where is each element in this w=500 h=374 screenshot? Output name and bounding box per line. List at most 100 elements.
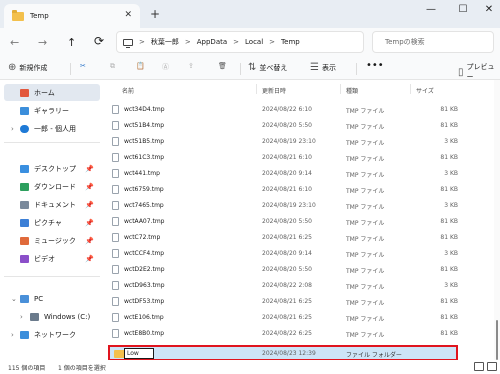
file-row[interactable]: wctD963.tmp 2024/08/22 2:08 TMP ファイル 3 K… xyxy=(108,278,494,293)
file-date: 2024/08/20 5:50 xyxy=(262,266,312,273)
maximize-button[interactable]: ☐ xyxy=(452,4,474,15)
rename-input[interactable]: Low xyxy=(124,348,154,359)
file-row[interactable]: wctD2E2.tmp 2024/08/20 5:50 TMP ファイル 81 … xyxy=(108,262,494,277)
chevron-right-icon[interactable]: › xyxy=(20,313,23,321)
file-type: TMP ファイル xyxy=(346,124,385,131)
delete-icon[interactable]: 🗑 xyxy=(218,62,227,70)
file-row[interactable]: wct34D4.tmp 2024/08/22 6:10 TMP ファイル 81 … xyxy=(108,102,494,117)
view-button[interactable]: ☰ 表示 xyxy=(310,62,336,73)
new-button[interactable]: ⊕ 新規作成 xyxy=(8,62,47,73)
sidebar-item-gallery[interactable]: ギャラリー xyxy=(4,102,100,119)
sidebar-item-desktop[interactable]: デスクトップ 📌 xyxy=(4,160,100,177)
status-bar: 115 個の項目 1 個の項目を選択 xyxy=(0,360,500,374)
minimize-button[interactable]: — xyxy=(420,4,442,15)
breadcrumb-appdata[interactable]: AppData xyxy=(197,38,227,46)
file-date: 2024/08/23 12:39 xyxy=(262,350,316,357)
sort-button[interactable]: ⇅ 並べ替え xyxy=(248,62,287,73)
breadcrumb-user[interactable]: 秋葉一郎 xyxy=(151,37,179,47)
tab-close-icon[interactable]: ✕ xyxy=(124,10,132,20)
file-row[interactable]: wctAA07.tmp 2024/08/20 5:50 TMP ファイル 81 … xyxy=(108,214,494,229)
breadcrumb-temp[interactable]: Temp xyxy=(281,38,300,46)
column-header-size[interactable]: サイズ xyxy=(416,86,434,95)
column-divider[interactable] xyxy=(340,84,341,94)
new-tab-button[interactable]: + xyxy=(150,7,160,21)
file-name: wctDF53.tmp xyxy=(124,298,165,305)
column-header-type[interactable]: 種類 xyxy=(346,86,358,95)
search-input[interactable]: Tempの検索 xyxy=(372,31,494,53)
home-icon xyxy=(20,88,29,97)
file-size: 81 KB xyxy=(440,154,458,161)
pin-icon: 📌 xyxy=(85,182,94,191)
rename-icon[interactable]: Ⓐ xyxy=(162,62,169,72)
file-date: 2024/08/21 6:25 xyxy=(262,298,312,305)
column-header-date[interactable]: 更新日時 xyxy=(262,86,286,95)
forward-button[interactable]: → xyxy=(38,36,47,49)
sidebar-item-videos[interactable]: ビデオ 📌 xyxy=(4,250,100,267)
tab-temp[interactable]: Temp ✕ xyxy=(4,4,140,28)
sidebar-item-windows-c[interactable]: › Windows (C:) xyxy=(4,308,100,325)
close-window-button[interactable]: ✕ xyxy=(478,4,500,15)
gallery-icon xyxy=(20,106,29,115)
file-row[interactable]: wctC72.tmp 2024/08/21 6:25 TMP ファイル 81 K… xyxy=(108,230,494,245)
breadcrumb-local[interactable]: Local xyxy=(245,38,263,46)
file-row[interactable]: wct61C3.tmp 2024/08/21 6:10 TMP ファイル 81 … xyxy=(108,150,494,165)
up-button[interactable]: ↑ xyxy=(67,36,76,49)
sidebar-item-network[interactable]: › ネットワーク xyxy=(4,326,100,343)
share-icon[interactable]: ⇪ xyxy=(188,62,194,70)
view-label: 表示 xyxy=(321,63,336,72)
file-icon xyxy=(112,153,119,162)
back-button[interactable]: ← xyxy=(10,36,19,49)
view-icon: ☰ xyxy=(310,62,319,73)
file-row[interactable]: wct441.tmp 2024/08/20 9:14 TMP ファイル 3 KB xyxy=(108,166,494,181)
copy-icon[interactable]: ⧉ xyxy=(110,62,115,71)
command-bar: ⊕ 新規作成 ✂ ⧉ 📋 Ⓐ ⇪ 🗑 ⇅ 並べ替え ☰ 表示 ••• ▯ プレビ… xyxy=(0,58,500,82)
refresh-button[interactable]: ⟳ xyxy=(94,34,104,48)
file-row[interactable]: wct6759.tmp 2024/08/21 6:10 TMP ファイル 81 … xyxy=(108,182,494,197)
sidebar-item-label: ギャラリー xyxy=(34,106,69,115)
file-row[interactable]: wctE106.tmp 2024/08/21 6:25 TMP ファイル 81 … xyxy=(108,310,494,325)
column-header-name[interactable]: 名前 xyxy=(122,86,134,95)
more-options-button[interactable]: ••• xyxy=(366,60,384,71)
sidebar-item-downloads[interactable]: ダウンロード 📌 xyxy=(4,178,100,195)
sidebar-item-label: PC xyxy=(34,294,44,303)
file-row[interactable]: wct51B5.tmp 2024/08/19 23:10 TMP ファイル 3 … xyxy=(108,134,494,149)
file-row[interactable]: wctCCF4.tmp 2024/08/20 9:14 TMP ファイル 3 K… xyxy=(108,246,494,261)
file-type: TMP ファイル xyxy=(346,156,385,163)
new-folder-row[interactable]: Low 2024/08/23 12:39 ファイル フォルダー xyxy=(108,345,458,361)
file-row[interactable]: wct51B4.tmp 2024/08/20 5:50 TMP ファイル 81 … xyxy=(108,118,494,133)
vertical-scrollbar[interactable] xyxy=(494,80,500,360)
preview-button[interactable]: ▯ プレビュー xyxy=(458,62,500,82)
column-divider[interactable] xyxy=(410,84,411,94)
chevron-right-icon[interactable]: › xyxy=(11,331,14,339)
sidebar-item-onedrive[interactable]: › 一郎 - 個人用 xyxy=(4,120,100,137)
file-type: TMP ファイル xyxy=(346,204,385,211)
desktop-icon xyxy=(20,164,29,173)
details-view-icon[interactable] xyxy=(474,362,484,371)
sidebar-item-documents[interactable]: ドキュメント 📌 xyxy=(4,196,100,213)
sidebar-item-music[interactable]: ミュージック 📌 xyxy=(4,232,100,249)
file-icon xyxy=(112,313,119,322)
file-row[interactable]: wct7465.tmp 2024/08/19 23:10 TMP ファイル 3 … xyxy=(108,198,494,213)
paste-icon[interactable]: 📋 xyxy=(136,62,145,70)
file-icon xyxy=(112,217,119,226)
tiles-view-icon[interactable] xyxy=(487,362,497,371)
scrollbar-thumb[interactable] xyxy=(496,320,498,360)
file-row[interactable]: wctE8B0.tmp 2024/08/22 6:25 TMP ファイル 81 … xyxy=(108,326,494,341)
chevron-right-icon[interactable]: › xyxy=(11,125,14,133)
sidebar-item-pictures[interactable]: ピクチャ 📌 xyxy=(4,214,100,231)
sidebar-item-label: ドキュメント xyxy=(34,200,76,209)
cut-icon[interactable]: ✂ xyxy=(80,62,86,70)
file-name: wctE106.tmp xyxy=(124,314,164,321)
file-row[interactable]: wctDF53.tmp 2024/08/21 6:25 TMP ファイル 81 … xyxy=(108,294,494,309)
chevron-down-icon[interactable]: ⌄ xyxy=(11,295,17,303)
file-type: TMP ファイル xyxy=(346,236,385,243)
sidebar-item-pc[interactable]: ⌄ PC xyxy=(4,290,100,307)
file-date: 2024/08/21 6:10 xyxy=(262,154,312,161)
address-bar[interactable]: > 秋葉一郎 > AppData > Local > Temp xyxy=(116,31,364,53)
breadcrumb-separator: > xyxy=(269,38,276,46)
sidebar-item-home[interactable]: ホーム xyxy=(4,84,100,101)
column-divider[interactable] xyxy=(256,84,257,94)
file-icon xyxy=(112,169,119,178)
folder-icon xyxy=(12,9,24,21)
preview-label: プレビュー xyxy=(466,63,495,81)
